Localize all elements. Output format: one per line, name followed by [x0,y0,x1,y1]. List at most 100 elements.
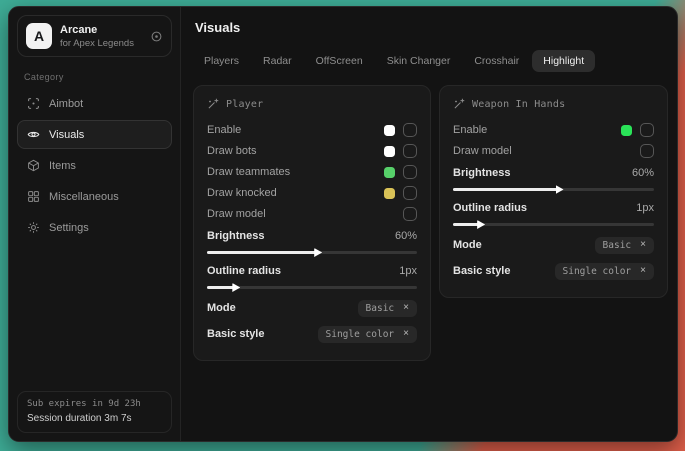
setting-row-draw-teammates: Draw teammates [207,165,417,179]
tag-remove-icon[interactable]: × [403,303,409,313]
setting-label: Draw knocked [207,187,277,199]
slider-track-outline-radius[interactable] [453,223,654,226]
slider-label: Outline radius [453,202,527,214]
checkbox-draw-bots[interactable] [403,144,417,158]
tag-text: Basic [366,303,395,314]
slider-value: 60% [632,167,654,179]
tag-row-basic-style: Basic style Single color × [453,261,654,281]
sidebar-item-label: Settings [49,222,89,234]
color-swatch[interactable] [384,188,395,199]
tag-row-label: Basic style [453,265,510,277]
tag-row-mode: ModeBasic× [453,235,654,255]
tab-crosshair[interactable]: Crosshair [463,50,530,72]
app-window: A Arcane for Apex Legends Category Aimbo… [8,6,678,442]
panel-header: Weapon In Hands [453,98,654,110]
tab-players[interactable]: Players [193,50,250,72]
tag-row-label: Basic style [207,328,264,340]
checkbox-draw-model[interactable] [640,144,654,158]
slider-fill [207,251,316,254]
tag-row-basic-style: Basic style Single color × [207,324,417,344]
target-icon[interactable] [150,30,163,43]
slider-row-outline-radius: Outline radius 1px [453,200,654,226]
tag-remove-icon[interactable]: × [403,329,409,339]
checkbox-enable[interactable] [403,123,417,137]
panel-player: Player Enable Draw bots Draw teammates Draw … [193,85,431,361]
tab-bar: PlayersRadarOffScreenSkin ChangerCrossha… [193,50,667,72]
slider-thumb[interactable] [232,283,240,292]
sidebar-item-label: Visuals [49,129,84,141]
tag-text: Single color [563,266,632,277]
sidebar-item-visuals[interactable]: Visuals [17,120,172,149]
slider-fill [453,223,479,226]
setting-label: Draw bots [207,145,257,157]
sidebar-item-items[interactable]: Items [17,151,172,180]
checkbox-draw-model[interactable] [403,207,417,221]
slider-track-brightness[interactable] [453,188,654,191]
sidebar: A Arcane for Apex Legends Category Aimbo… [9,7,181,441]
slider-value: 60% [395,230,417,242]
app-name: Arcane [60,24,142,36]
app-logo: A [26,23,52,49]
setting-row-draw-knocked: Draw knocked [207,186,417,200]
setting-label: Enable [453,124,487,136]
setting-row-draw-model: Draw model [207,207,417,221]
slider-row-brightness: Brightness60% [207,228,417,254]
slider-row-brightness: Brightness 60% [453,165,654,191]
sidebar-item-label: Aimbot [49,98,83,110]
sidebar-item-miscellaneous[interactable]: Miscellaneous [17,182,172,211]
slider-track-brightness[interactable] [207,251,417,254]
sidebar-item-label: Miscellaneous [49,191,119,203]
setting-label: Draw model [207,208,266,220]
main-content: Visuals PlayersRadarOffScreenSkin Change… [181,7,677,441]
tab-highlight[interactable]: Highlight [532,50,595,72]
sidebar-nav: Aimbot Visuals Items Miscellaneous Settings [17,89,172,244]
tag-remove-icon[interactable]: × [640,266,646,276]
setting-label: Draw model [453,145,512,157]
slider-fill [453,188,558,191]
slider-thumb[interactable] [556,185,564,194]
brand-card: A Arcane for Apex Legends [17,15,172,57]
tag-pill-basic[interactable]: Basic × [358,300,417,317]
setting-row-draw-bots: Draw bots [207,144,417,158]
panel-header: Player [207,98,417,110]
slider-value: 1px [399,265,417,277]
sidebar-item-label: Items [49,160,76,172]
page-title: Visuals [193,20,667,35]
color-swatch[interactable] [384,146,395,157]
gear-icon [27,221,40,234]
color-swatch[interactable] [384,167,395,178]
sidebar-item-aimbot[interactable]: Aimbot [17,89,172,118]
tab-radar[interactable]: Radar [252,50,303,72]
cube-icon [27,159,40,172]
app-subtitle: for Apex Legends [60,38,142,49]
eye-icon [27,128,40,141]
slider-label: Brightness [453,167,510,179]
tag-remove-icon[interactable]: × [640,240,646,250]
tag-pill-single-color[interactable]: Single color × [555,263,654,280]
session-duration-text: Session duration 3m 7s [27,413,162,424]
setting-row-enable: Enable [453,123,654,137]
slider-thumb[interactable] [477,220,485,229]
checkbox-enable[interactable] [640,123,654,137]
checkbox-draw-teammates[interactable] [403,165,417,179]
color-swatch[interactable] [384,125,395,136]
checkbox-draw-knocked[interactable] [403,186,417,200]
slider-row-outline-radius: Outline radius1px [207,263,417,289]
category-label: Category [24,72,165,82]
tag-row-mode: ModeBasic× [207,298,417,318]
sidebar-item-settings[interactable]: Settings [17,213,172,242]
tag-pill-single-color[interactable]: Single color × [318,326,417,343]
slider-thumb[interactable] [314,248,322,257]
setting-label: Enable [207,124,241,136]
tag-text: Single color [326,329,395,340]
slider-value: 1px [636,202,654,214]
color-swatch[interactable] [621,125,632,136]
slider-track-outline-radius[interactable] [207,286,417,289]
tab-skin-changer[interactable]: Skin Changer [376,50,462,72]
tag-pill-basic[interactable]: Basic× [595,237,654,254]
setting-label: Draw teammates [207,166,290,178]
tab-offscreen[interactable]: OffScreen [305,50,374,72]
panel-title: Weapon In Hands [472,99,565,110]
setting-row-draw-model: Draw model [453,144,654,158]
setting-row-enable: Enable [207,123,417,137]
